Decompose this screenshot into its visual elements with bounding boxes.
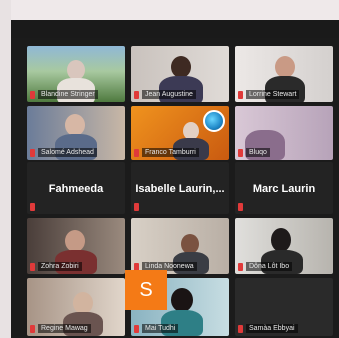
participant-name: Samàa Ebbyai <box>246 324 298 333</box>
participant-tile[interactable]: Linda Noonewa <box>131 218 229 274</box>
participant-tile[interactable]: Dôna Lôt Ibo <box>235 218 333 274</box>
participant-tile[interactable]: Blandine Stringer <box>27 46 125 102</box>
participant-tile[interactable]: Lorrine Stewart <box>235 46 333 102</box>
mic-muted-icon <box>30 324 35 333</box>
mic-muted-icon <box>134 90 139 99</box>
mic-muted-icon <box>134 148 139 157</box>
participant-avatar: S <box>125 270 167 310</box>
window-top-bar <box>0 0 339 20</box>
participant-name: Mai Tudhi <box>142 324 179 333</box>
participant-video-head <box>275 56 295 78</box>
participant-name: Dôna Lôt Ibo <box>246 262 293 271</box>
mic-muted-icon <box>238 202 243 211</box>
participant-tile[interactable]: Salomé Adshead <box>27 106 125 160</box>
participant-video-head <box>65 114 85 136</box>
globe-logo-icon <box>203 110 225 132</box>
participant-display-name: Fahmeeda <box>48 182 104 195</box>
mic-muted-icon <box>30 262 35 271</box>
participant-name: Blandine Stringer <box>38 90 98 99</box>
participant-name: Jean Augustine <box>142 90 196 99</box>
participant-tile[interactable]: Isabelle Laurin,... <box>131 162 229 214</box>
mic-muted-icon <box>238 148 243 157</box>
mic-muted-icon <box>134 202 139 211</box>
participant-tile[interactable]: Samàa Ebbyai <box>235 278 333 336</box>
participant-video-head <box>171 288 193 312</box>
participant-tile[interactable]: Bluqo <box>235 106 333 160</box>
participant-display-name: Marc Laurin <box>252 182 316 195</box>
participant-tile[interactable]: Regine Mawag <box>27 278 125 336</box>
mic-muted-icon <box>238 324 243 333</box>
mic-muted-icon <box>30 202 35 211</box>
participant-video-head <box>65 230 85 252</box>
participant-video-head <box>171 56 191 78</box>
video-gallery-grid: Blandine Stringer Jean Augustine Lorrine… <box>11 38 339 338</box>
participant-name: Zohra Zobiri <box>38 262 82 271</box>
mic-muted-icon <box>238 90 243 99</box>
participant-name: Bluqo <box>246 148 270 157</box>
participant-video-head <box>73 292 93 314</box>
participant-name: Salomé Adshead <box>38 148 97 157</box>
participant-name: Lorrine Stewart <box>246 90 300 99</box>
participant-tile[interactable]: Fahmeeda <box>27 162 125 214</box>
participant-name: Regine Mawag <box>38 324 91 333</box>
mic-muted-icon <box>238 262 243 271</box>
mic-muted-icon <box>134 324 139 333</box>
participant-tile[interactable]: Franco Tamburri <box>131 106 229 160</box>
participant-video-head <box>181 234 199 254</box>
participant-tile[interactable]: Zohra Zobiri <box>27 218 125 274</box>
participant-name: Franco Tamburri <box>142 148 199 157</box>
participant-video-head <box>67 60 85 80</box>
mic-muted-icon <box>30 90 35 99</box>
participant-video-head <box>271 228 291 252</box>
participant-tile[interactable]: Marc Laurin <box>235 162 333 214</box>
window-left-edge <box>0 0 11 338</box>
participant-tile[interactable]: Jean Augustine <box>131 46 229 102</box>
participant-display-name: Isabelle Laurin,... <box>135 182 225 195</box>
mic-muted-icon <box>30 148 35 157</box>
